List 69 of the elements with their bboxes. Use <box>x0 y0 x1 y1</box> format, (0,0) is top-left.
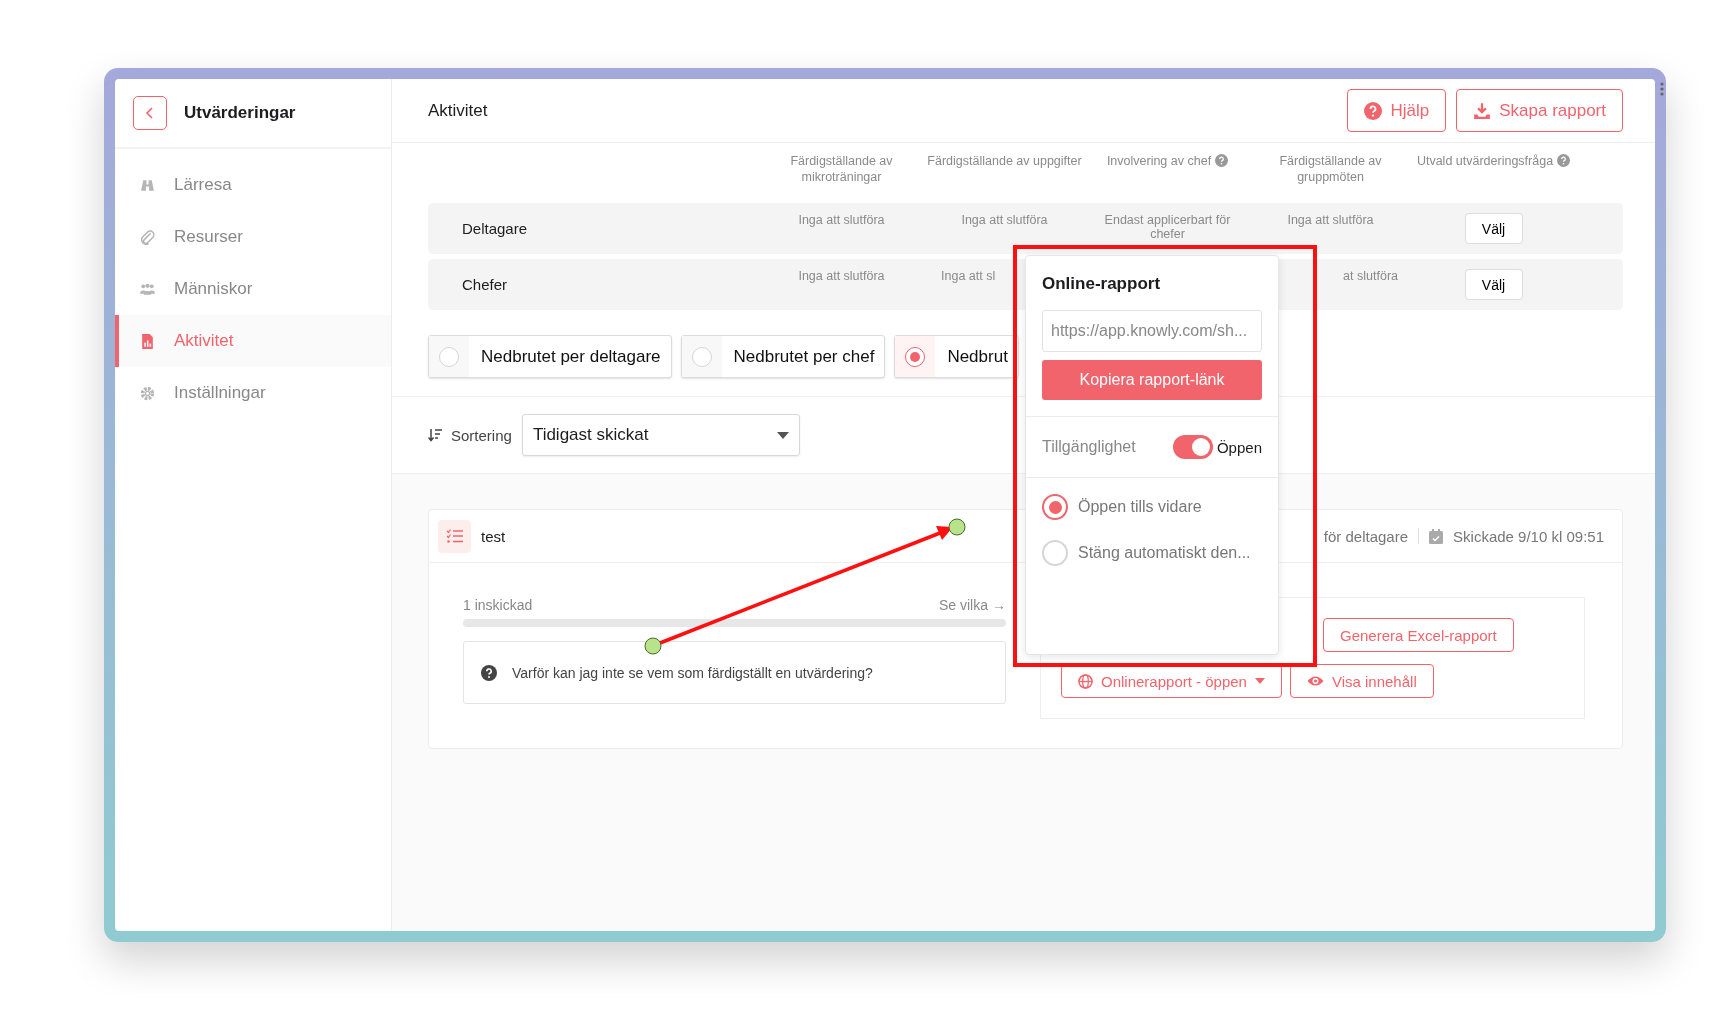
see-link[interactable]: Se vilka → <box>938 597 1006 613</box>
table-cell-text: Inga att sl <box>940 269 997 283</box>
gear-icon <box>139 384 156 402</box>
url-field[interactable]: https://app.knowly.com/sh... <box>1042 310 1262 352</box>
choose-button[interactable]: Välj <box>1464 213 1523 244</box>
chevron-left-icon <box>145 106 155 120</box>
breakdown-option[interactable]: Nedbrutet per deltagare <box>428 335 672 378</box>
sort-dropdown[interactable]: Tidigast skickat <box>521 414 800 456</box>
card-title: test <box>481 527 506 545</box>
sort-icon <box>428 428 443 442</box>
breakdown-option[interactable]: Nedbrutet per chef <box>680 335 886 378</box>
copy-link-button[interactable]: Kopiera rapport-länk <box>1042 360 1262 400</box>
faq-question: Varför kan jag inte se vem som färdigställt en utvärdering? <box>512 664 873 681</box>
choose-button[interactable]: Välj <box>1464 269 1523 300</box>
paperclip-icon <box>139 228 156 246</box>
help-icon <box>1364 101 1383 120</box>
table-cell-text: at slutföra <box>1342 269 1399 283</box>
report-icon <box>139 332 156 350</box>
column-header: Involvering av chef <box>1086 153 1249 203</box>
column-header: Färdigställande av uppgifter <box>926 153 1083 170</box>
globe-icon <box>1078 673 1093 689</box>
sidebar-item[interactable]: Resurser <box>115 211 391 263</box>
help-icon[interactable] <box>1215 154 1229 167</box>
help-icon[interactable] <box>1557 154 1571 167</box>
sidebar-item[interactable]: Människor <box>115 263 391 315</box>
card-meta: för deltagare <box>1323 527 1409 545</box>
popover-title: Online-rapport <box>1042 273 1162 294</box>
toggle-state: Öppen <box>1216 438 1262 456</box>
faq-box[interactable]: Varför kan jag inte se vem som färdigställt en utvärdering? <box>463 641 1006 704</box>
sidebar-item[interactable]: Aktivitet <box>115 315 391 367</box>
availability-option[interactable]: Öppen tills vidare <box>1042 494 1262 520</box>
view-content-button[interactable]: Visa innehåll <box>1289 664 1434 698</box>
back-button[interactable] <box>133 96 167 130</box>
breakdown-option[interactable]: Nedbrut <box>894 335 1019 378</box>
table-cell-text: Inga att slutföra <box>960 213 1049 227</box>
calendar-icon <box>1429 528 1444 544</box>
table-cell-text: Inga att slutföra <box>1286 213 1375 227</box>
row-label: Deltagare <box>461 220 529 237</box>
sidebar-title: Utvärderingar <box>184 103 296 123</box>
sort-label: Sortering <box>451 426 512 444</box>
more-icon[interactable] <box>1660 82 1664 96</box>
column-header: Färdigställande av mikroträningar <box>789 153 894 186</box>
column-header: Utvald utvärderingsfråga <box>1412 153 1575 203</box>
caret-icon <box>776 431 789 439</box>
sidebar-item[interactable]: Inställningar <box>115 367 391 419</box>
radio-button[interactable] <box>1042 494 1068 520</box>
availability-toggle[interactable] <box>1172 435 1213 459</box>
help-button[interactable]: Hjälp <box>1347 89 1447 132</box>
caret-icon <box>1254 678 1265 684</box>
download-icon <box>1473 101 1492 120</box>
table-cell-text: Inga att slutföra <box>797 213 886 227</box>
help-icon <box>481 664 497 681</box>
submitted-count: 1 inskickad <box>463 597 533 613</box>
excel-report-button[interactable]: Generera Excel-rapport <box>1323 618 1514 652</box>
create-report-button[interactable]: Skapa rapport <box>1456 89 1623 132</box>
availability-label: Tillgänglighet <box>1042 438 1137 456</box>
table-cell-text: Inga att slutföra <box>797 269 886 283</box>
page-title: Aktivitet <box>428 100 489 121</box>
marker-dot <box>948 518 966 536</box>
column-header: Färdigställande av gruppmöten <box>1278 153 1383 186</box>
radio-button[interactable] <box>905 346 926 367</box>
eye-icon <box>1306 675 1324 687</box>
sidebar-item[interactable]: Lärresa <box>115 159 391 211</box>
checklist-icon <box>438 519 471 553</box>
card-meta: Skickade 9/10 kl 09:51 <box>1453 527 1604 545</box>
table-cell-text: Endast applicerbart för chefer <box>1103 213 1232 241</box>
marker-dot <box>644 637 662 655</box>
row-label: Chefer <box>461 276 509 293</box>
availability-option[interactable]: Stäng automatiskt den... <box>1042 540 1262 566</box>
